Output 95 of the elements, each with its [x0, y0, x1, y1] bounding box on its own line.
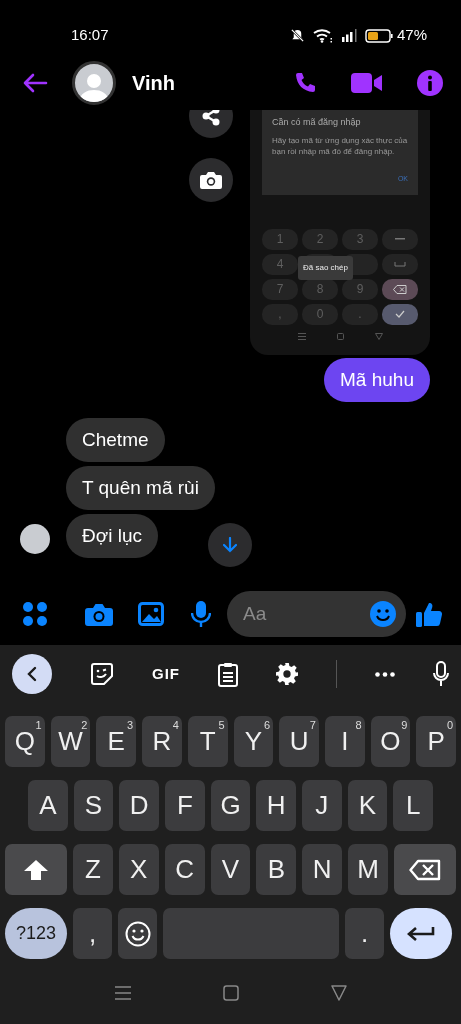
keypad-key: 7 [262, 278, 298, 300]
keyboard-key[interactable]: L [393, 780, 434, 831]
key-hint: 5 [218, 718, 225, 733]
keypad-key: 4 [262, 253, 298, 275]
key-hint: 9 [401, 718, 408, 733]
home-icon [336, 332, 344, 340]
camera-icon [200, 171, 222, 189]
symbols-key[interactable]: ?123 [5, 908, 67, 959]
signal-icon [340, 29, 357, 42]
received-message: T quên mã rùi [66, 466, 215, 510]
info-icon[interactable] [417, 69, 443, 96]
keyboard-key[interactable]: H [256, 780, 297, 831]
key-hint: 3 [127, 718, 134, 733]
dialog-title: Cần có mã đăng nhập [272, 116, 362, 129]
keypad-key: 3 [342, 228, 378, 250]
apps-grid-icon[interactable] [22, 601, 48, 627]
keypad-key: . [342, 303, 378, 325]
copied-toast: Đã sao chép [298, 255, 353, 280]
key-hint: 2 [81, 718, 88, 732]
phone-icon[interactable] [293, 70, 317, 95]
avatar-icon [72, 60, 116, 105]
keyboard-key[interactable]: N [302, 844, 343, 895]
keyboard-key[interactable]: S [73, 780, 114, 831]
home-icon[interactable] [222, 985, 239, 1001]
shift-key[interactable] [5, 844, 67, 895]
minus-icon [395, 238, 405, 241]
emoji-key[interactable] [118, 908, 157, 959]
enter-arrow-icon [407, 925, 435, 942]
keyboard-back-button[interactable] [12, 654, 52, 694]
image-icon[interactable] [138, 602, 164, 626]
keyboard-key[interactable]: M [348, 844, 388, 895]
key-hint: 0 [446, 718, 454, 733]
dialog-body: Hãy tạo mã từ ứng dụng xác thực của bạn rồi nhập mã đó để đăng nhập. [272, 136, 408, 158]
sender-avatar [20, 524, 50, 554]
backspace-icon [409, 858, 441, 881]
back-triangle-icon[interactable] [330, 985, 347, 1001]
camera-button[interactable] [189, 158, 233, 202]
backspace-icon [393, 284, 407, 294]
keyboard-key[interactable]: C [164, 844, 205, 895]
keyboard-key[interactable]: B [256, 844, 297, 895]
scroll-down-button[interactable] [208, 523, 252, 567]
video-camera-icon[interactable] [351, 71, 383, 94]
sticker-icon[interactable] [90, 662, 114, 686]
keypad-key: 8 [302, 278, 338, 300]
keyboard-key[interactable]: X [118, 844, 159, 895]
keyboard-key[interactable]: D [119, 780, 159, 831]
camera-icon[interactable] [85, 602, 113, 626]
share-icon [201, 110, 221, 126]
received-message: Đợi lục [66, 514, 158, 558]
microphone-icon[interactable] [433, 661, 449, 687]
down-arrow-icon [223, 537, 237, 553]
keyboard-key[interactable]: . [345, 908, 384, 959]
keyboard-key[interactable]: A [28, 780, 68, 831]
shift-arrow-icon [23, 858, 49, 881]
keyboard-key[interactable]: G [210, 780, 251, 831]
keyboard-key[interactable]: V [210, 844, 251, 895]
clipboard-icon[interactable] [218, 661, 238, 687]
key-hint: 6 [264, 718, 271, 733]
keypad-key: 1 [262, 228, 298, 250]
bell-off-icon [289, 28, 305, 43]
more-options-icon[interactable] [375, 671, 395, 677]
keyboard-key[interactable]: F [165, 780, 205, 831]
space-bar-icon [394, 261, 406, 267]
keyboard-key[interactable]: Z [73, 844, 113, 895]
sent-message: Mã huhu [324, 358, 430, 402]
key-hint: 4 [172, 718, 179, 733]
message-input-field[interactable]: Aa [227, 591, 406, 637]
keyboard-key[interactable]: I 8 [324, 716, 365, 767]
thumbs-up-icon[interactable] [416, 600, 443, 628]
back-arrow-icon[interactable] [22, 72, 48, 93]
keyboard-key[interactable]: K [347, 780, 388, 831]
backspace-key[interactable] [394, 844, 456, 895]
battery-icon [364, 28, 393, 43]
keypad-key: , [262, 303, 298, 325]
wifi-icon [312, 28, 333, 43]
keyboard-key[interactable]: , [73, 908, 112, 959]
keypad-key: 2 [302, 228, 338, 250]
menu-icon [297, 332, 306, 340]
emoji-icon[interactable] [370, 601, 396, 627]
menu-icon[interactable] [114, 985, 131, 1001]
key-hint: 1 [35, 718, 42, 733]
check-icon [395, 310, 405, 319]
chevron-left-icon [27, 666, 37, 682]
status-time: 16:07 [71, 25, 109, 46]
keyboard-key[interactable]: J [302, 780, 342, 831]
settings-icon[interactable] [276, 663, 298, 685]
enter-key[interactable] [390, 908, 452, 959]
back-triangle-icon [374, 332, 383, 340]
key-hint: 7 [309, 718, 316, 733]
battery-percentage: 47% [396, 25, 427, 46]
gif-button[interactable]: GIF [152, 662, 180, 686]
smiley-icon [124, 920, 151, 947]
contact-name: Vinh [132, 70, 175, 96]
key-hint: 8 [355, 718, 362, 733]
received-message: Chetme [66, 418, 165, 462]
